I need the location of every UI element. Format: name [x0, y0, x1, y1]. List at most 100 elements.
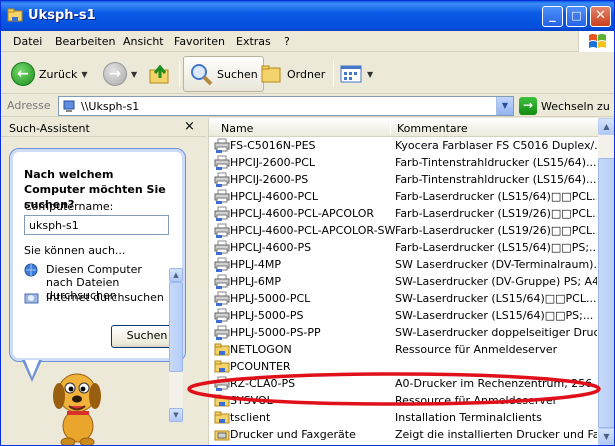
file-row[interactable]: HPCIJ-2600-PS Farb-Tintenstrahldrucker (L… — [209, 171, 599, 188]
printers-folder-icon — [214, 430, 230, 441]
menu-ansicht[interactable]: Ansicht — [123, 35, 164, 48]
folders-button[interactable]: Ordner — [260, 57, 325, 91]
forward-button[interactable]: → ▼ — [103, 57, 137, 91]
address-bar: Adresse \\Uksph-s1 ▼ → Wechseln zu — [1, 95, 614, 117]
file-row[interactable]: PCOUNTER — [209, 358, 599, 375]
scrollbar-thumb[interactable] — [598, 158, 614, 428]
option-search-internet-text: Internet durchsuchen — [46, 291, 164, 304]
file-row[interactable]: HPCLJ-4600-PCL Farb-Laserdrucker (LS15/64… — [209, 188, 599, 205]
column-name[interactable]: Name — [221, 122, 253, 135]
network-computer-icon — [63, 100, 75, 112]
file-list-scrollbar[interactable]: ▲ ▼ — [598, 118, 614, 445]
file-row[interactable]: FS-C5016N-PES Kyocera Farblaser FS C5016 … — [209, 137, 599, 154]
file-row[interactable]: NETLOGON Ressource für Anmeldeserver — [209, 341, 599, 358]
menu-bar: Datei Bearbeiten Ansicht Favoriten Extra… — [1, 31, 614, 52]
file-row[interactable]: HPCLJ-4600-PCL-APCOLOR-SW Farb-Laserdruck… — [209, 222, 599, 239]
back-button[interactable]: ← Zurück ▼ — [11, 57, 88, 91]
go-arrow-icon: → — [519, 97, 537, 115]
scroll-down-icon[interactable]: ▼ — [169, 408, 183, 422]
computer-name-label: Computername: — [24, 200, 114, 213]
file-comment: Installation Terminalclients — [395, 411, 542, 424]
views-icon — [340, 65, 362, 83]
internet-search-icon — [24, 293, 39, 304]
close-icon[interactable]: × — [184, 119, 195, 134]
address-label: Adresse — [7, 99, 51, 112]
file-name: Drucker und Faxgeräte — [230, 428, 356, 441]
assistant-scrollbar[interactable]: ▲ ▼ — [169, 268, 185, 438]
close-button[interactable]: ✕ — [590, 6, 611, 27]
address-input[interactable]: \\Uksph-s1 ▼ — [58, 96, 514, 116]
search-icon — [191, 64, 213, 86]
scroll-up-icon[interactable]: ▲ — [169, 268, 183, 282]
printer-icon — [214, 325, 230, 340]
file-comment: Zeigt die installierten Drucker und Fa..… — [395, 428, 597, 441]
scroll-up-icon[interactable]: ▲ — [598, 118, 614, 135]
file-row[interactable]: HPLJ-5000-PS-PP SW-Laserdrucker doppelsei… — [209, 324, 599, 341]
file-name: HPLJ-5000-PS-PP — [230, 326, 321, 339]
file-comment: SW-Laserdrucker (DV-Gruppe) PS; A4 — [395, 275, 597, 288]
chevron-down-icon[interactable]: ▼ — [81, 70, 87, 79]
menu-datei[interactable]: Datei — [13, 35, 42, 48]
menu-extras[interactable]: Extras — [236, 35, 271, 48]
file-name: HPLJ-4MP — [230, 258, 281, 271]
folders-label: Ordner — [287, 67, 326, 81]
printer-icon — [214, 257, 230, 272]
file-row[interactable]: Drucker und Faxgeräte Zeigt die installie… — [209, 426, 599, 443]
file-row[interactable]: HPCIJ-2600-PCL Farb-Tintenstrahldrucker (… — [209, 154, 599, 171]
column-divider[interactable] — [390, 121, 391, 134]
file-row[interactable]: HPCLJ-4600-PS Farb-Laserdrucker (LS15/64)… — [209, 239, 599, 256]
file-row[interactable]: RZ-CLA0-PS A0-Drucker im Rechenzentrum, 2… — [209, 375, 599, 392]
file-row[interactable]: tsclient Installation Terminalclients — [209, 409, 599, 426]
up-folder-button[interactable] — [147, 57, 173, 91]
menu-favoriten[interactable]: Favoriten — [174, 35, 225, 48]
file-row[interactable]: HPCLJ-4600-PCL-APCOLOR Farb-Laserdrucker … — [209, 205, 599, 222]
file-row[interactable]: HPLJ-4MP SW Laserdrucker (DV-Terminalraum… — [209, 256, 599, 273]
printer-icon — [214, 240, 230, 255]
printer-icon — [214, 223, 230, 238]
views-button[interactable]: ▼ — [339, 57, 373, 91]
column-comment[interactable]: Kommentare — [397, 122, 468, 135]
shared-folder-icon — [214, 394, 230, 407]
chevron-down-icon[interactable]: ▼ — [131, 70, 137, 79]
up-folder-icon — [149, 64, 169, 84]
address-dropdown-icon[interactable]: ▼ — [496, 97, 513, 115]
search-dog-icon[interactable] — [49, 363, 105, 446]
menu-help[interactable]: ? — [284, 35, 290, 48]
also-label: Sie können auch... — [24, 244, 126, 257]
file-name: HPCLJ-4600-PCL-APCOLOR-SW — [230, 224, 396, 237]
file-name: HPCLJ-4600-PS — [230, 241, 312, 254]
title-bar[interactable]: Uksph-s1 _ □ ✕ — [1, 1, 614, 31]
windows-logo-icon — [578, 31, 614, 52]
file-comment: Kyocera Farblaser FS C5016 Duplex/... — [395, 139, 597, 152]
menu-bearbeiten[interactable]: Bearbeiten — [55, 35, 115, 48]
pane-header: Such-Assistent × — [1, 118, 206, 137]
file-name: FS-C5016N-PES — [230, 139, 316, 152]
network-search-icon — [24, 263, 38, 277]
printer-icon — [214, 274, 230, 289]
go-button[interactable]: → Wechseln zu — [519, 96, 610, 116]
search-label: Suchen — [217, 67, 258, 81]
file-comment: A0-Drucker im Rechenzentrum, 256 ... — [395, 377, 597, 390]
chevron-down-icon[interactable]: ▼ — [367, 70, 373, 79]
file-name: HPCIJ-2600-PS — [230, 173, 309, 186]
maximize-button[interactable]: □ — [566, 6, 587, 27]
file-comment: Farb-Laserdrucker (LS15/64)□□PS;... — [395, 241, 597, 254]
search-toolbar-button[interactable]: Suchen — [183, 56, 264, 92]
window-title: Uksph-s1 — [28, 8, 96, 23]
scroll-down-icon[interactable]: ▼ — [598, 428, 614, 445]
file-row[interactable]: HPLJ-5000-PCL SW-Laserdrucker (LS15/64)□□… — [209, 290, 599, 307]
minimize-button[interactable]: _ — [542, 6, 563, 27]
file-row[interactable]: HPLJ-5000-PS SW-Laserdrucker (LS15/64)□□P… — [209, 307, 599, 324]
scrollbar-thumb[interactable] — [169, 282, 183, 372]
file-name: HPCLJ-4600-PCL — [230, 190, 318, 203]
file-name: SYSVOL — [230, 394, 273, 407]
file-row[interactable]: SYSVOL Ressource für Anmeldeserver — [209, 392, 599, 409]
back-label: Zurück — [39, 67, 78, 81]
file-row[interactable]: HPLJ-6MP SW-Laserdrucker (DV-Gruppe) PS; … — [209, 273, 599, 290]
file-list-pane: Name Kommentare FS-C5016N-PES Kyocera Far… — [208, 118, 614, 445]
file-name: RZ-CLA0-PS — [230, 377, 296, 390]
computer-name-input[interactable] — [24, 215, 169, 235]
printer-icon — [214, 138, 230, 153]
file-name: HPCIJ-2600-PCL — [230, 156, 316, 169]
pane-title: Such-Assistent — [9, 122, 90, 135]
